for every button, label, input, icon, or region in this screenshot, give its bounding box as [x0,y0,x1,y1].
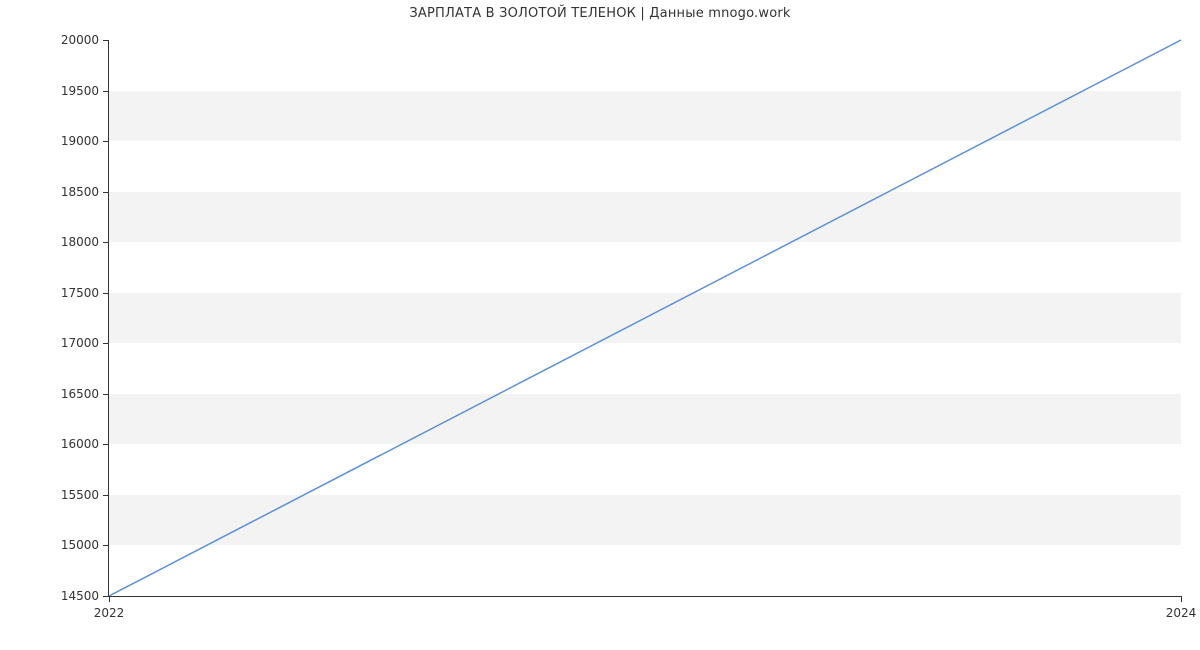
chart-title: ЗАРПЛАТА В ЗОЛОТОЙ ТЕЛЕНОК | Данные mnog… [0,6,1200,21]
y-tick-label: 18500 [61,185,109,199]
y-tick-mark [103,293,109,294]
plot-area: 1450015000155001600016500170001750018000… [108,40,1181,597]
y-tick-label: 15500 [61,488,109,502]
y-tick-label: 17000 [61,336,109,350]
y-tick-mark [103,495,109,496]
y-tick-label: 19500 [61,84,109,98]
y-tick-mark [103,343,109,344]
y-tick-mark [103,192,109,193]
x-tick-mark [109,596,110,602]
y-tick-mark [103,242,109,243]
data-line [109,40,1181,596]
y-tick-label: 17500 [61,286,109,300]
y-tick-mark [103,394,109,395]
y-tick-mark [103,141,109,142]
y-tick-label: 15000 [61,538,109,552]
y-tick-mark [103,545,109,546]
y-tick-mark [103,40,109,41]
y-tick-label: 20000 [61,33,109,47]
y-tick-label: 16000 [61,437,109,451]
y-tick-label: 19000 [61,134,109,148]
line-series [109,40,1181,596]
chart-container: ЗАРПЛАТА В ЗОЛОТОЙ ТЕЛЕНОК | Данные mnog… [0,0,1200,650]
y-tick-label: 18000 [61,235,109,249]
y-tick-mark [103,444,109,445]
y-tick-label: 16500 [61,387,109,401]
x-tick-mark [1181,596,1182,602]
y-tick-mark [103,91,109,92]
